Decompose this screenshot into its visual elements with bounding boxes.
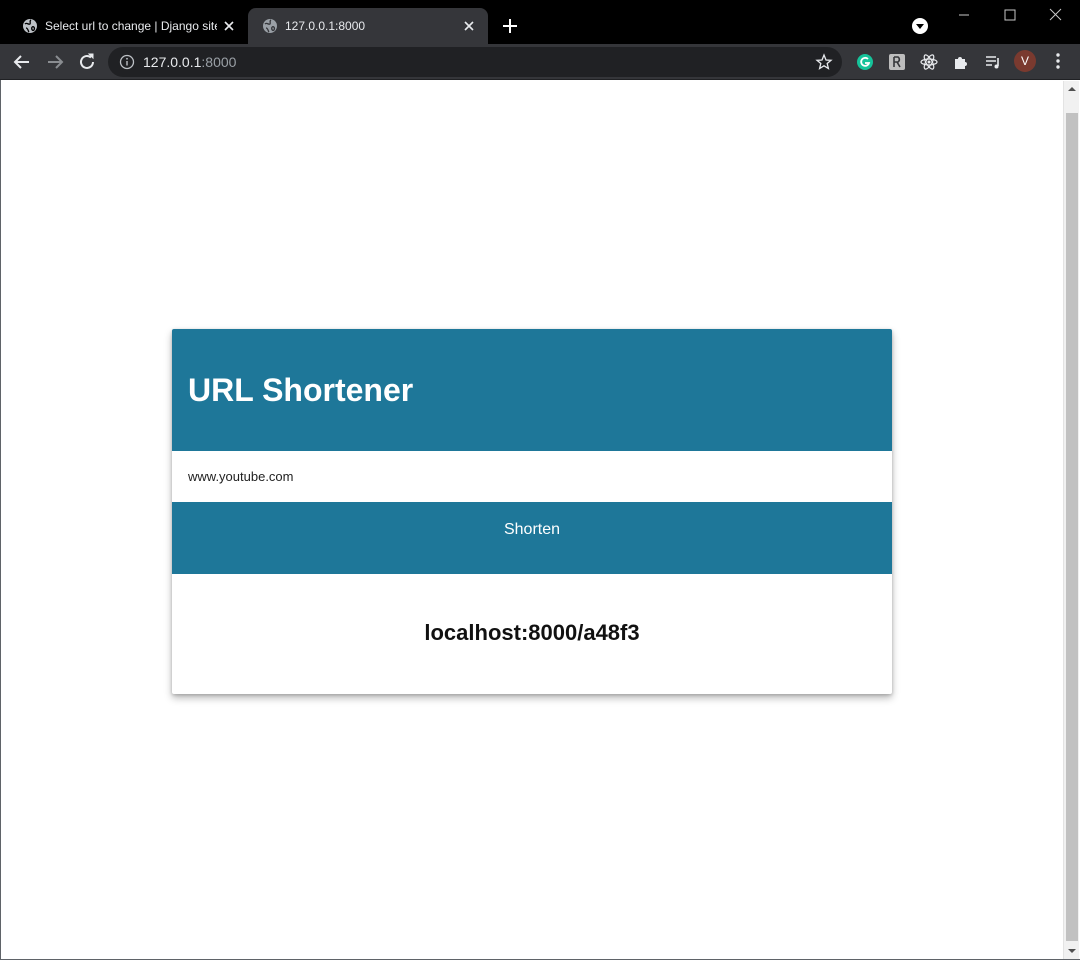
profile-avatar[interactable]: V [1014,50,1036,72]
maximize-icon[interactable] [987,0,1033,30]
grammarly-icon[interactable] [855,52,875,72]
tab-title: Select url to change | Django site [45,19,217,33]
react-devtools-icon[interactable] [919,52,939,72]
vertical-scrollbar[interactable] [1063,81,1079,959]
reload-icon[interactable] [75,50,99,74]
tab-title: 127.0.0.1:8000 [285,19,366,33]
back-arrow-icon[interactable] [10,50,34,74]
short-url-result: localhost:8000/a48f3 [424,620,640,645]
media-playlist-icon[interactable] [983,52,1003,72]
url-input[interactable] [172,451,892,502]
scroll-up-arrow-icon[interactable] [1064,81,1080,97]
globe-icon [263,19,277,33]
window-border [0,80,1,960]
tab-django-admin[interactable]: Select url to change | Django site [8,8,248,44]
window-close-icon[interactable] [1033,0,1079,30]
shorten-button[interactable]: Shorten [172,502,892,574]
browser-window: Select url to change | Django site 127.0… [0,0,1080,960]
globe-icon [23,19,37,33]
site-info-icon[interactable] [119,54,135,70]
forward-arrow-icon[interactable] [43,50,67,74]
card-header: URL Shortener [172,329,892,451]
address-port: :8000 [201,54,237,70]
tab-localhost[interactable]: 127.0.0.1:8000 [248,8,488,44]
scrollbar-thumb[interactable] [1066,113,1078,941]
extension-r-icon[interactable] [887,52,907,72]
address-url: 127.0.0.1:8000 [143,54,236,70]
minimize-icon[interactable] [941,0,987,30]
address-host: 127.0.0.1 [143,54,202,70]
tab-search-icon[interactable] [910,16,930,36]
puzzle-icon[interactable] [951,52,971,72]
page-title: URL Shortener [188,372,414,408]
shortener-card: URL Shortener Shorten localhost:8000/a48… [172,329,892,694]
scroll-down-arrow-icon[interactable] [1064,943,1080,959]
more-menu-icon[interactable] [1048,51,1068,71]
address-bar[interactable]: 127.0.0.1:8000 [108,47,842,77]
bookmark-star-icon[interactable] [815,53,833,71]
close-icon[interactable] [460,17,478,35]
new-tab-icon[interactable] [498,14,522,38]
tab-strip: Select url to change | Django site 127.0… [0,0,1080,44]
close-icon[interactable] [220,17,238,35]
browser-toolbar: 127.0.0.1:8000 [0,44,1080,80]
